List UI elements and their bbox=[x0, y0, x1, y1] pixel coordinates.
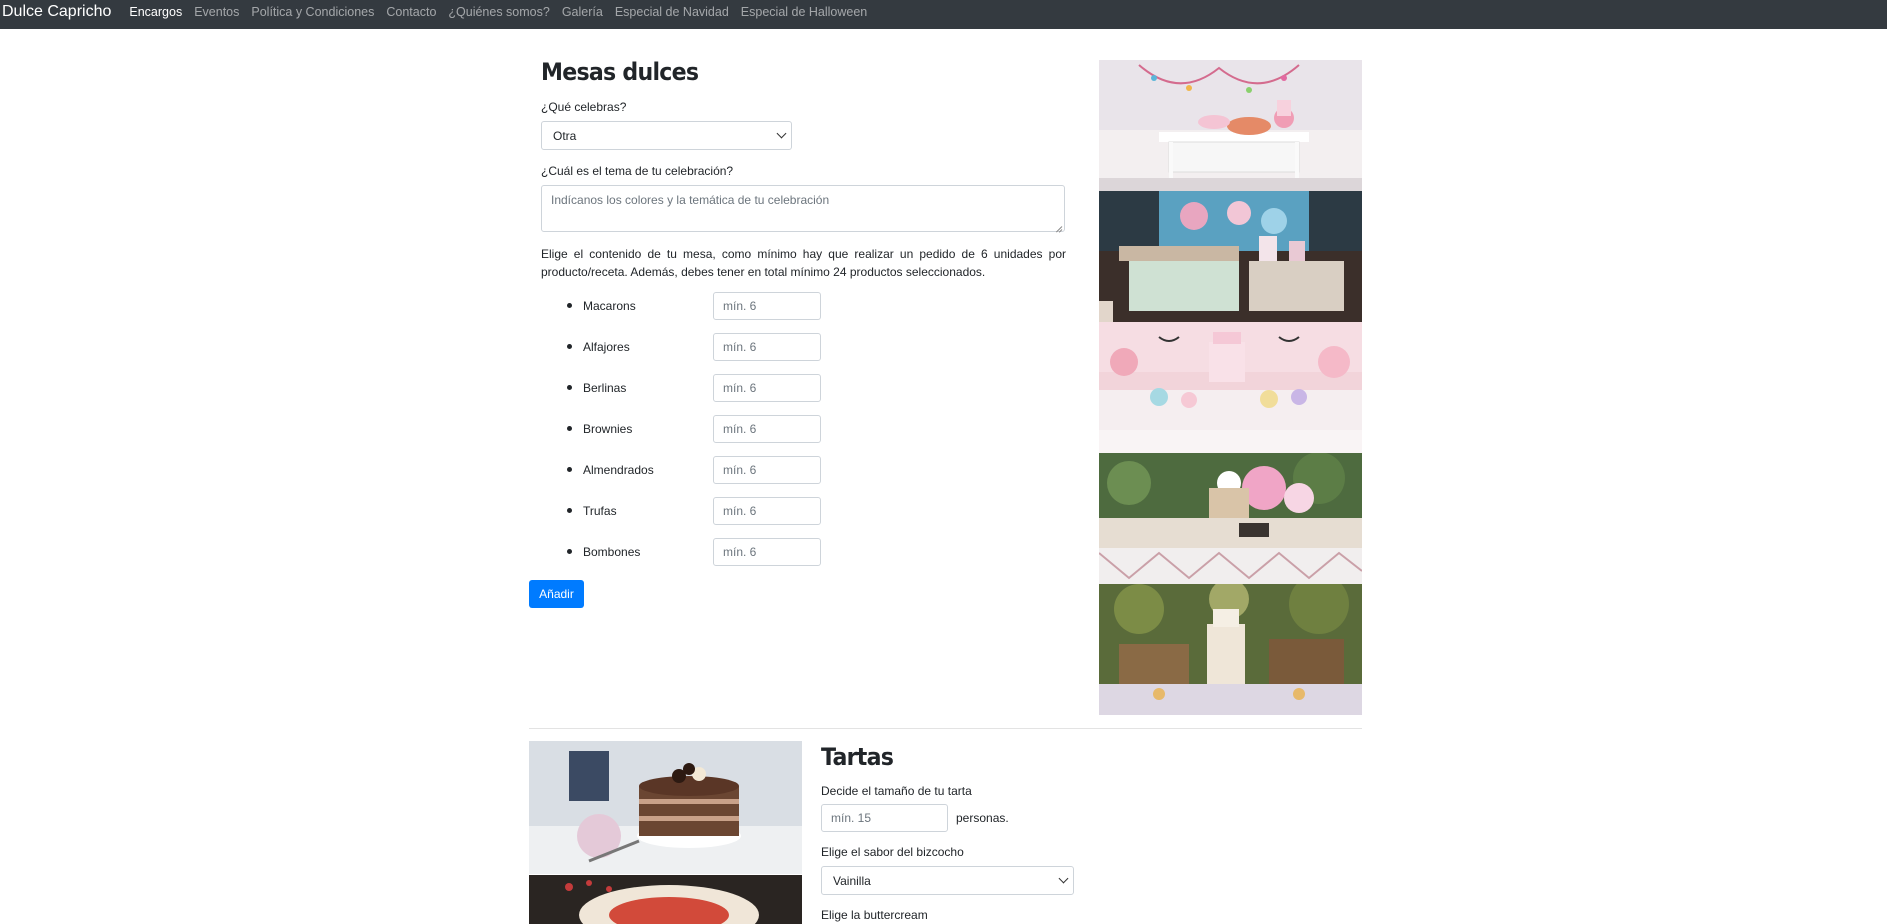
buttercream-label: Elige la buttercream bbox=[821, 908, 928, 922]
item-quantity-input[interactable]: mín. 6 bbox=[713, 414, 821, 443]
bullet-icon bbox=[567, 385, 572, 390]
item-name: Almendrados bbox=[583, 462, 654, 477]
flavor-select-value: Vainilla bbox=[833, 873, 871, 888]
add-button[interactable]: Añadir bbox=[529, 580, 584, 608]
item-name: Alfajores bbox=[583, 339, 630, 354]
bullet-icon bbox=[567, 549, 572, 554]
bullet-icon bbox=[567, 303, 572, 308]
cake-photo-1 bbox=[529, 741, 802, 874]
sweet-table-photo-2 bbox=[1099, 191, 1362, 322]
tema-placeholder: Indícanos los colores y la temática de t… bbox=[551, 193, 830, 207]
nav-link-galeria[interactable]: Galería bbox=[562, 5, 603, 19]
cake-photo-2 bbox=[529, 875, 802, 924]
item-name: Macarons bbox=[583, 298, 636, 313]
mesas-title: Mesas dulces bbox=[541, 58, 699, 86]
sweet-table-photo-1 bbox=[1099, 60, 1362, 191]
bullet-icon bbox=[567, 344, 572, 349]
bullet-icon bbox=[567, 508, 572, 513]
item-quantity-input[interactable]: mín. 6 bbox=[713, 455, 821, 484]
size-input[interactable]: mín. 15 bbox=[821, 804, 948, 832]
size-row: mín. 15 personas. bbox=[821, 804, 1221, 832]
list-item: Almendrados mín. 6 bbox=[554, 449, 1066, 490]
bullet-icon bbox=[567, 467, 572, 472]
brand-logo[interactable]: Dulce Capricho bbox=[2, 3, 111, 21]
mesas-description: Elige el contenido de tu mesa, como míni… bbox=[541, 247, 1066, 279]
list-item: Macarons mín. 6 bbox=[554, 285, 1066, 326]
items-list: Macarons mín. 6 Alfajores mín. 6 Berlina… bbox=[554, 285, 1066, 572]
item-quantity-input[interactable]: mín. 6 bbox=[713, 496, 821, 525]
list-item: Berlinas mín. 6 bbox=[554, 367, 1066, 408]
nav-link-eventos[interactable]: Eventos bbox=[194, 5, 239, 19]
nav-link-politica[interactable]: Política y Condiciones bbox=[251, 5, 374, 19]
nav-link-navidad[interactable]: Especial de Navidad bbox=[615, 5, 729, 19]
item-quantity-input[interactable]: mín. 6 bbox=[713, 291, 821, 320]
list-item: Bombones mín. 6 bbox=[554, 531, 1066, 572]
tema-textarea[interactable]: Indícanos los colores y la temática de t… bbox=[541, 185, 1065, 232]
size-label: Decide el tamaño de tu tarta bbox=[821, 784, 972, 798]
bullet-icon bbox=[567, 426, 572, 431]
resize-handle-icon[interactable] bbox=[1055, 222, 1063, 230]
flavor-label: Elige el sabor del bizcocho bbox=[821, 845, 964, 859]
item-quantity-input[interactable]: mín. 6 bbox=[713, 373, 821, 402]
celebra-select-value: Otra bbox=[553, 128, 577, 143]
chevron-down-icon bbox=[776, 128, 787, 139]
item-name: Berlinas bbox=[583, 380, 627, 395]
tartas-title: Tartas bbox=[821, 743, 894, 771]
list-item: Alfajores mín. 6 bbox=[554, 326, 1066, 367]
chevron-down-icon bbox=[1058, 873, 1069, 884]
celebra-label: ¿Qué celebras? bbox=[541, 100, 627, 114]
item-name: Brownies bbox=[583, 421, 633, 436]
item-quantity-input[interactable]: mín. 6 bbox=[713, 332, 821, 361]
nav-link-contacto[interactable]: Contacto bbox=[386, 5, 436, 19]
sweet-table-photo-5 bbox=[1099, 584, 1362, 715]
flavor-select[interactable]: Vainilla bbox=[821, 866, 1074, 895]
nav-link-encargos[interactable]: Encargos bbox=[129, 5, 182, 19]
sweet-table-photo-3 bbox=[1099, 322, 1362, 453]
list-item: Brownies mín. 6 bbox=[554, 408, 1066, 449]
nav-link-quienes-somos[interactable]: ¿Quiénes somos? bbox=[448, 5, 549, 19]
list-item: Trufas mín. 6 bbox=[554, 490, 1066, 531]
item-quantity-input[interactable]: mín. 6 bbox=[713, 537, 821, 566]
nav-link-halloween[interactable]: Especial de Halloween bbox=[741, 5, 867, 19]
item-name: Trufas bbox=[583, 503, 617, 518]
tema-label: ¿Cuál es el tema de tu celebración? bbox=[541, 164, 734, 178]
celebra-select[interactable]: Otra bbox=[541, 121, 792, 150]
tartas-form: Tartas Decide el tamaño de tu tarta mín.… bbox=[821, 742, 1221, 922]
size-suffix: personas. bbox=[956, 811, 1009, 825]
section-divider bbox=[529, 728, 1362, 729]
item-name: Bombones bbox=[583, 544, 641, 559]
top-navbar: Dulce Capricho Encargos Eventos Política… bbox=[0, 0, 1887, 29]
sweet-table-photo-4 bbox=[1099, 453, 1362, 584]
mesas-dulces-form: Mesas dulces ¿Qué celebras? Otra ¿Cuál e… bbox=[541, 56, 1066, 572]
